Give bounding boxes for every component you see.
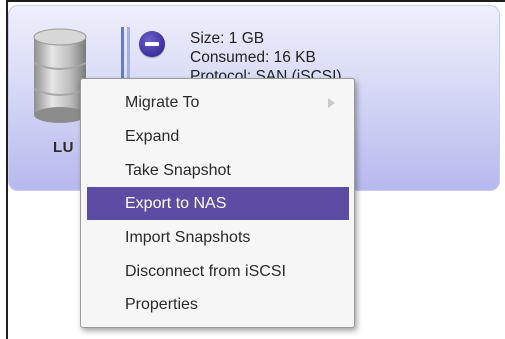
menu-item-label: Export to NAS bbox=[125, 195, 227, 212]
submenu-arrow-icon bbox=[328, 98, 335, 108]
consumed-text: Consumed: 16 KB bbox=[190, 49, 316, 66]
size-text: Size: 1 GB bbox=[190, 30, 265, 47]
menu-item-take-snapshot[interactable]: Take Snapshot bbox=[87, 154, 349, 187]
context-menu: Migrate To Expand Take Snapshot Export t… bbox=[80, 78, 355, 328]
menu-item-import-snapshots[interactable]: Import Snapshots bbox=[87, 221, 349, 254]
menu-item-label: Disconnect from iSCSI bbox=[125, 263, 286, 280]
menu-item-disconnect-iscsi[interactable]: Disconnect from iSCSI bbox=[87, 255, 349, 288]
remove-icon[interactable] bbox=[139, 31, 165, 57]
menu-item-label: Expand bbox=[125, 128, 180, 145]
menu-item-label: Properties bbox=[125, 296, 198, 313]
connection-status-icon bbox=[121, 27, 131, 85]
menu-item-label: Take Snapshot bbox=[125, 162, 231, 179]
menu-item-expand[interactable]: Expand bbox=[87, 120, 349, 153]
menu-item-properties[interactable]: Properties bbox=[87, 288, 349, 321]
menu-item-label: Import Snapshots bbox=[125, 229, 251, 246]
menu-item-label: Migrate To bbox=[125, 94, 200, 111]
menu-item-export-to-nas[interactable]: Export to NAS bbox=[87, 187, 349, 220]
menu-item-migrate-to[interactable]: Migrate To bbox=[87, 86, 349, 119]
lun-name: LU bbox=[53, 139, 74, 156]
